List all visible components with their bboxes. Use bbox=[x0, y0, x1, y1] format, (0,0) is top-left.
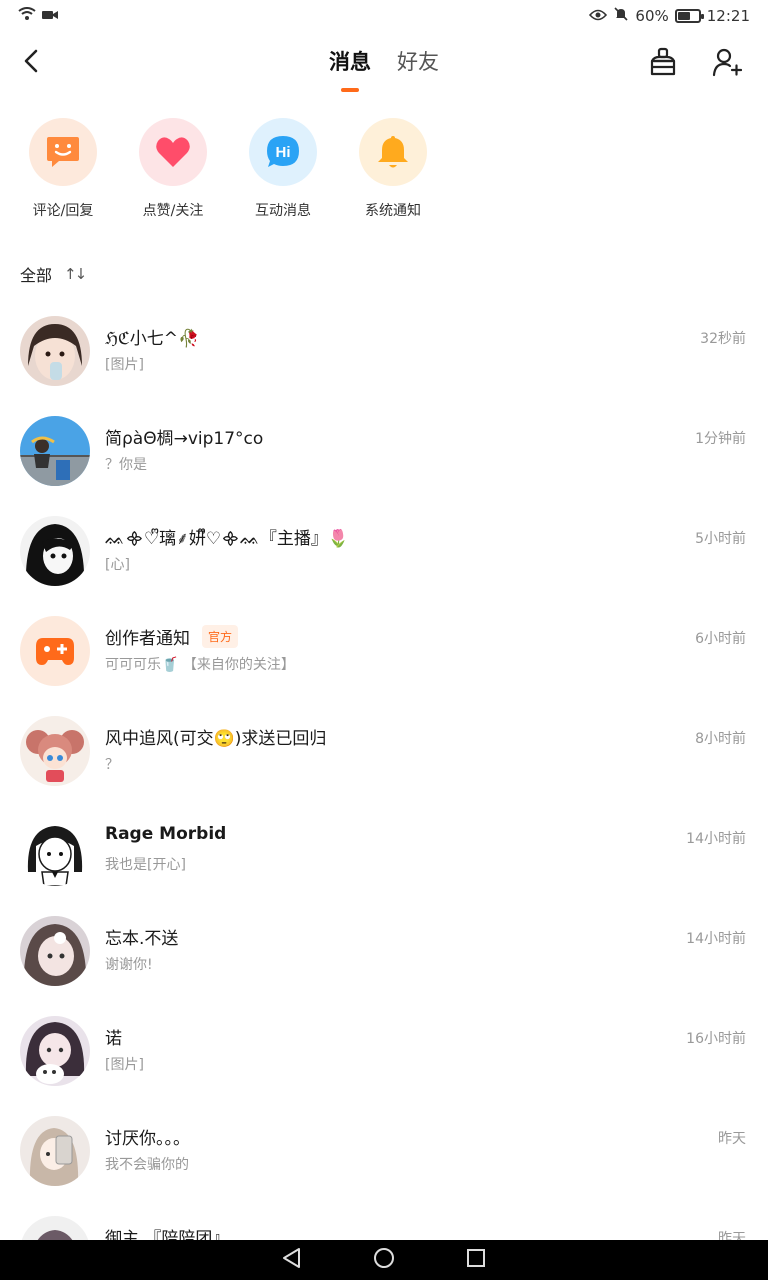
filter-label: 全部 bbox=[20, 266, 53, 285]
message-time: 16小时前 bbox=[686, 1031, 746, 1047]
avatar bbox=[20, 416, 90, 486]
conversation-item[interactable]: 风中追风(可交🙄)求送已回归 ？ 8小时前 bbox=[0, 700, 768, 800]
gamepad-icon bbox=[20, 616, 90, 686]
contact-name-text: 创作者通知 bbox=[105, 629, 190, 649]
message-list: ℌℭ小七^🥀 [图片] 32秒前 简ρàΘ椆→vip17°co ？你是 1分钟前… bbox=[0, 300, 768, 1280]
avatar bbox=[20, 816, 90, 886]
category-system[interactable]: 系统通知 bbox=[338, 118, 448, 220]
sort-filter[interactable]: 全部 ↑↓ bbox=[20, 262, 87, 286]
message-preview: 谢谢你! bbox=[105, 957, 153, 973]
contact-name: 创作者通知 官方 bbox=[105, 624, 239, 649]
avatar bbox=[20, 716, 90, 786]
message-preview: 可可可乐🥤 【来自你的关注】 bbox=[105, 657, 295, 673]
category-label: 系统通知 bbox=[365, 203, 421, 219]
message-time: 昨天 bbox=[718, 1131, 746, 1147]
conversation-item[interactable]: 简ρàΘ椆→vip17°co ？你是 1分钟前 bbox=[0, 400, 768, 500]
avatar bbox=[20, 316, 90, 386]
svg-text:Hi: Hi bbox=[276, 144, 291, 161]
official-badge: 官方 bbox=[202, 625, 239, 648]
eye-icon bbox=[589, 7, 608, 25]
conversation-item[interactable]: 讨厌你。。。 我不会骗你的 昨天 bbox=[0, 1100, 768, 1200]
message-preview: [图片] bbox=[105, 1057, 144, 1073]
message-preview: [心] bbox=[105, 557, 130, 573]
category-interactions[interactable]: Hi 互动消息 bbox=[228, 118, 338, 220]
conversation-item[interactable]: 诺 [图片] 16小时前 bbox=[0, 1000, 768, 1100]
message-preview: 我也是[开心] bbox=[105, 857, 186, 873]
contact-name: 讨厌你。。。 bbox=[105, 1129, 190, 1149]
category-comments[interactable]: 评论/回复 bbox=[8, 118, 118, 220]
battery-percent: 60% bbox=[635, 7, 669, 25]
avatar bbox=[20, 916, 90, 986]
clean-icon[interactable] bbox=[645, 44, 681, 80]
system-nav-bar bbox=[0, 1240, 768, 1280]
tab-friends[interactable]: 好友 bbox=[395, 46, 441, 76]
category-label: 点赞/关注 bbox=[142, 203, 204, 219]
category-label: 互动消息 bbox=[255, 203, 311, 219]
message-time: 14小时前 bbox=[686, 931, 746, 947]
category-label: 评论/回复 bbox=[32, 203, 94, 219]
message-time: 32秒前 bbox=[700, 331, 746, 347]
message-preview: ？你是 bbox=[105, 457, 147, 473]
clock: 12:21 bbox=[706, 7, 750, 25]
contact-name: ℌℭ小七^🥀 bbox=[105, 329, 200, 349]
message-preview: [图片] bbox=[105, 357, 144, 373]
add-friend-icon[interactable] bbox=[709, 44, 745, 80]
contact-name: ᨐ᯽♡ᩚ璃⸙妍ᩚ♡᯽ᨐ『主播』🌷 bbox=[105, 529, 350, 549]
message-time: 5小时前 bbox=[695, 531, 746, 547]
hi-icon: Hi bbox=[249, 118, 317, 186]
contact-name: 诺 bbox=[105, 1029, 122, 1049]
conversation-item[interactable]: ℌℭ小七^🥀 [图片] 32秒前 bbox=[0, 300, 768, 400]
nav-back-icon[interactable] bbox=[281, 1247, 303, 1273]
tab-messages[interactable]: 消息 bbox=[327, 46, 373, 76]
message-preview: 我不会骗你的 bbox=[105, 1157, 189, 1173]
category-likes[interactable]: 点赞/关注 bbox=[118, 118, 228, 220]
battery-icon bbox=[674, 9, 704, 23]
avatar bbox=[20, 1016, 90, 1086]
status-bar: 60% 12:21 bbox=[0, 0, 768, 32]
avatar bbox=[20, 516, 90, 586]
message-preview: ？ bbox=[105, 757, 119, 773]
contact-name: 风中追风(可交🙄)求送已回归 bbox=[105, 729, 327, 749]
sort-icon[interactable]: ↑↓ bbox=[64, 265, 87, 283]
mute-icon bbox=[613, 6, 629, 26]
avatar bbox=[20, 1116, 90, 1186]
heart-icon bbox=[139, 118, 207, 186]
conversation-item[interactable]: Rage Morbid 我也是[开心] 14小时前 bbox=[0, 800, 768, 900]
message-time: 1分钟前 bbox=[695, 431, 746, 447]
contact-name: 忘本.不送 bbox=[105, 929, 179, 949]
header: 消息 好友 bbox=[0, 32, 768, 96]
contact-name: 简ρàΘ椆→vip17°co bbox=[105, 429, 264, 449]
conversation-item-official[interactable]: 创作者通知 官方 可可可乐🥤 【来自你的关注】 6小时前 bbox=[0, 600, 768, 700]
nav-home-icon[interactable] bbox=[373, 1247, 395, 1273]
video-icon bbox=[42, 7, 58, 25]
nav-recents-icon[interactable] bbox=[465, 1247, 487, 1273]
contact-name: Rage Morbid bbox=[105, 824, 227, 844]
message-time: 6小时前 bbox=[695, 631, 746, 647]
message-time: 8小时前 bbox=[695, 731, 746, 747]
bell-icon bbox=[359, 118, 427, 186]
message-time: 14小时前 bbox=[686, 831, 746, 847]
conversation-item[interactable]: 忘本.不送 谢谢你! 14小时前 bbox=[0, 900, 768, 1000]
category-shortcuts: 评论/回复 点赞/关注 Hi 互动消息 系统通知 bbox=[8, 118, 448, 220]
conversation-item[interactable]: ᨐ᯽♡ᩚ璃⸙妍ᩚ♡᯽ᨐ『主播』🌷 [心] 5小时前 bbox=[0, 500, 768, 600]
wifi-icon bbox=[18, 7, 36, 25]
comment-icon bbox=[29, 118, 97, 186]
battery-level bbox=[677, 12, 690, 20]
